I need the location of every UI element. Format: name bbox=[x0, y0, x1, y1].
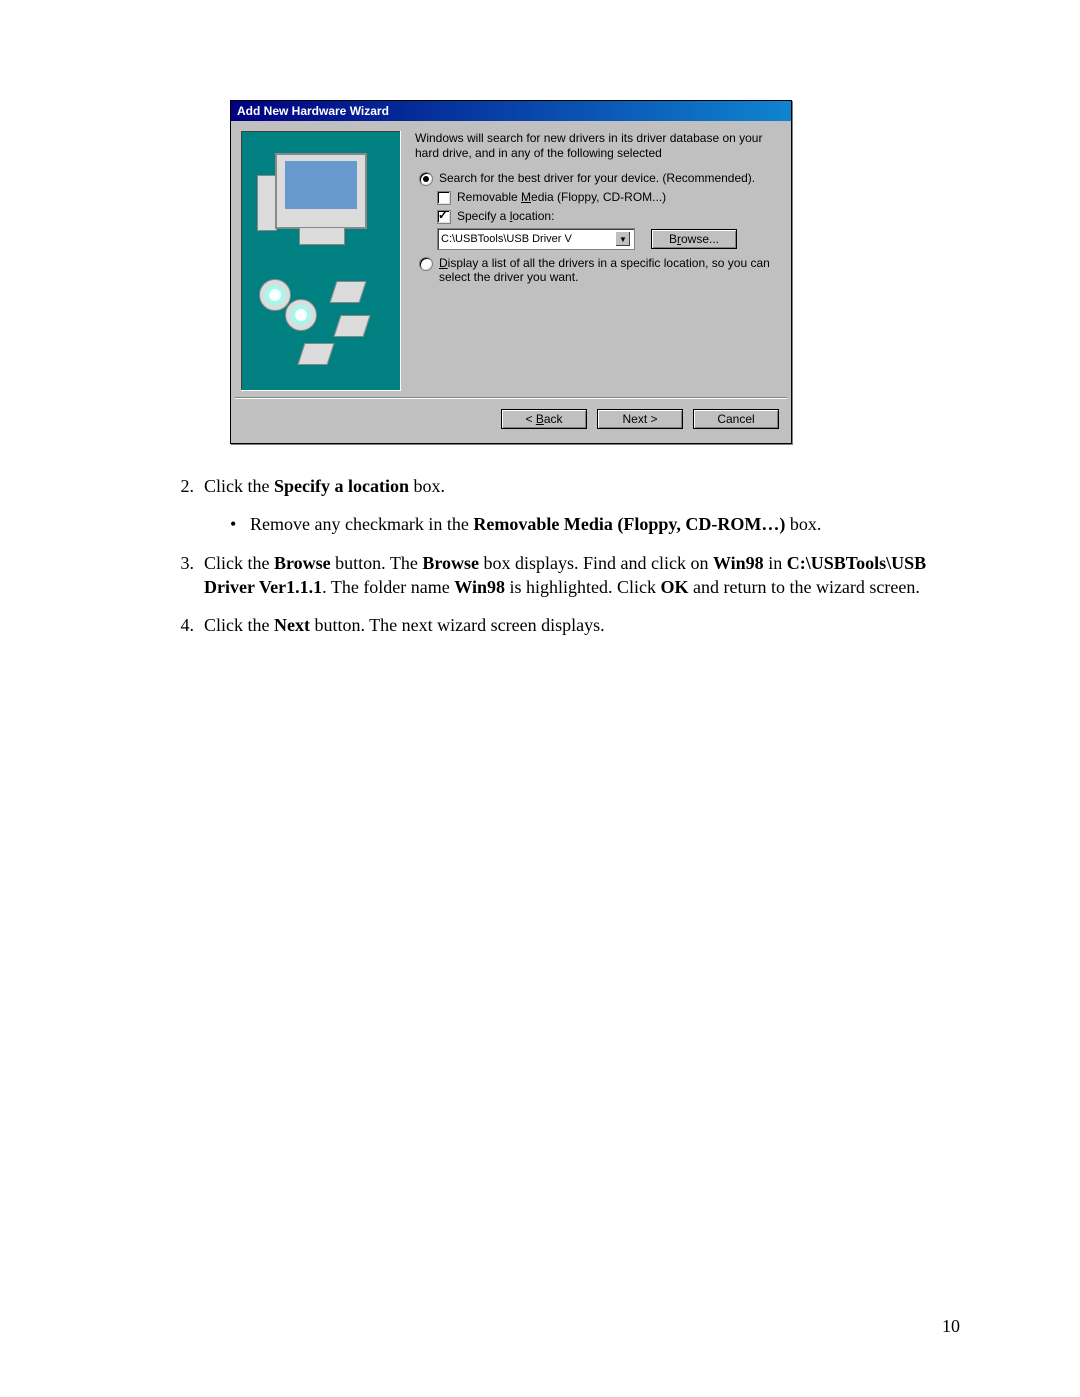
radio-list-label: Display a list of all the drivers in a s… bbox=[439, 256, 781, 284]
checkbox-specify-label: Specify a location: bbox=[457, 209, 554, 223]
checkbox-removable-media[interactable]: Removable Media (Floppy, CD-ROM...) bbox=[437, 190, 781, 205]
dialog-button-row: < Back Next > Cancel bbox=[231, 399, 791, 443]
radio-icon bbox=[419, 172, 433, 186]
instruction-steps: 2. Click the Specify a location box. • R… bbox=[160, 474, 960, 637]
wizard-illustration bbox=[241, 131, 401, 391]
back-button[interactable]: < Back bbox=[501, 409, 587, 429]
browse-button[interactable]: Browse... bbox=[651, 229, 737, 249]
step-4: 4. Click the Next button. The next wizar… bbox=[160, 613, 960, 637]
checkbox-icon bbox=[437, 210, 451, 224]
step-2-bullet: • Remove any checkmark in the Removable … bbox=[230, 512, 960, 536]
step-number: 3. bbox=[160, 551, 204, 600]
chevron-down-icon[interactable]: ▼ bbox=[615, 231, 631, 247]
hardware-wizard-dialog: Add New Hardware Wizard Windows will sea… bbox=[230, 100, 792, 444]
page-number: 10 bbox=[942, 1316, 960, 1337]
location-path-combo[interactable]: C:\USBTools\USB Driver V ▼ bbox=[437, 228, 635, 250]
step-2: 2. Click the Specify a location box. bbox=[160, 474, 960, 498]
step-3: 3. Click the Browse button. The Browse b… bbox=[160, 551, 960, 600]
radio-display-list[interactable]: Display a list of all the drivers in a s… bbox=[419, 256, 781, 284]
step-number: 2. bbox=[160, 474, 204, 498]
cancel-button[interactable]: Cancel bbox=[693, 409, 779, 429]
checkbox-icon bbox=[437, 191, 451, 205]
radio-search-label: Search for the best driver for your devi… bbox=[439, 171, 755, 185]
radio-icon bbox=[419, 257, 433, 271]
checkbox-specify-location[interactable]: Specify a location: bbox=[437, 209, 781, 224]
step-number: 4. bbox=[160, 613, 204, 637]
location-path-value: C:\USBTools\USB Driver V bbox=[441, 233, 572, 245]
next-button[interactable]: Next > bbox=[597, 409, 683, 429]
radio-search-best-driver[interactable]: Search for the best driver for your devi… bbox=[419, 171, 781, 186]
dialog-intro-text: Windows will search for new drivers in i… bbox=[415, 131, 781, 161]
checkbox-removable-label: Removable Media (Floppy, CD-ROM...) bbox=[457, 190, 666, 204]
dialog-title: Add New Hardware Wizard bbox=[231, 101, 791, 121]
